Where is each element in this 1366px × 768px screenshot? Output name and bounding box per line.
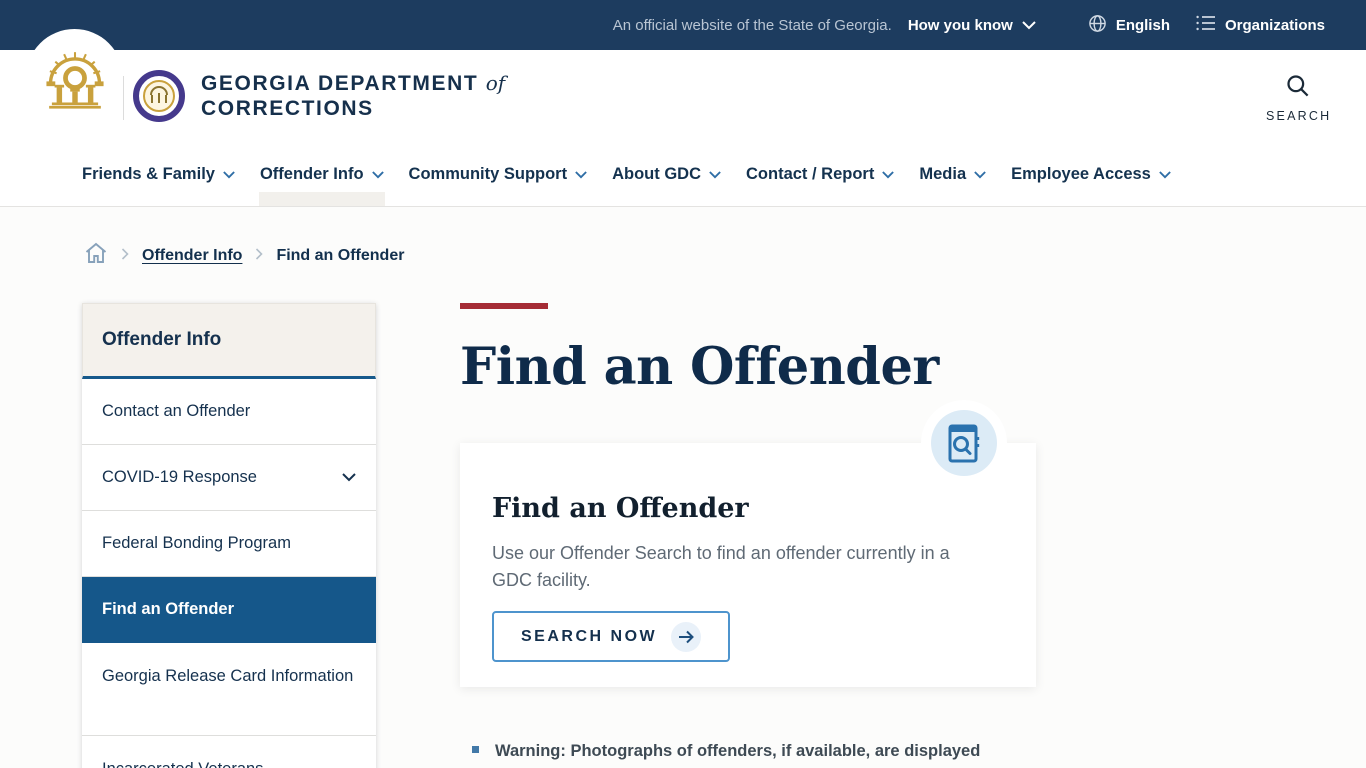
warning-list-item: Warning: Photographs of offenders, if av… [460, 739, 1036, 764]
nav-item-label: Media [919, 164, 967, 183]
bullet-icon [472, 746, 479, 753]
nav-item-employee-access[interactable]: Employee Access [1011, 142, 1171, 206]
chevron-down-icon [882, 165, 895, 184]
chevron-down-icon [371, 165, 384, 184]
globe-icon [1088, 14, 1107, 37]
main-content: Find an Offender Find an Offender Use ou… [460, 303, 1036, 764]
agency-name-line1: GEORGIA DEPARTMENT [201, 72, 479, 95]
card-title: Find an Offender [492, 493, 749, 524]
nav-item-offender-info[interactable]: Offender Info [258, 142, 385, 206]
organizations-button[interactable]: Organizations [1196, 15, 1325, 35]
agency-name: GEORGIA DEPARTMENT of CORRECTIONS [201, 71, 505, 121]
sidebar-item-georgia-release-card-information[interactable]: Georgia Release Card Information [82, 643, 376, 736]
breadcrumb-offender-info-link[interactable]: Offender Info [142, 247, 242, 265]
page-title: Find an Offender [460, 337, 939, 397]
sidebar-offender-info: Offender Info Contact an Offender COVID-… [82, 303, 376, 768]
nav-item-label: Contact / Report [746, 164, 875, 183]
nav-item-friends-family[interactable]: Friends & Family [82, 142, 235, 206]
arrow-right-icon [671, 621, 702, 652]
nav-item-label: About GDC [612, 164, 702, 183]
sidebar-item-covid-19-response[interactable]: COVID-19 Response [82, 445, 376, 511]
sidebar-item-label: Incarcerated Veterans [102, 760, 263, 768]
chevron-down-icon [223, 165, 235, 184]
official-site-topbar: An official website of the State of Geor… [0, 0, 1366, 50]
warning-text: Warning: Photographs of offenders, if av… [495, 742, 981, 760]
breadcrumb-current-page: Find an Offender [276, 246, 405, 264]
site-header: GEORGIA DEPARTMENT of CORRECTIONS SEARCH [0, 29, 1366, 142]
chevron-down-icon [709, 165, 721, 184]
sidebar-item-label: Georgia Release Card Information [102, 667, 354, 685]
nav-item-community-support[interactable]: Community Support [409, 142, 588, 206]
sidebar-item-federal-bonding-program[interactable]: Federal Bonding Program [82, 511, 376, 577]
list-icon [1196, 15, 1216, 35]
nav-item-contact-report[interactable]: Contact / Report [746, 142, 895, 206]
nav-item-label: Community Support [408, 164, 568, 183]
nav-item-label: Employee Access [1011, 164, 1151, 183]
chevron-down-icon [575, 165, 587, 184]
chevron-right-icon [255, 247, 264, 265]
nav-item-label: Offender Info [259, 164, 364, 183]
home-icon [84, 242, 108, 269]
chevron-right-icon [121, 247, 129, 265]
sidebar-item-label: Find an Offender [102, 600, 234, 618]
breadcrumb-home-link[interactable] [84, 242, 108, 269]
logo-divider [123, 76, 124, 120]
title-accent-bar [460, 303, 548, 309]
agency-name-line2: CORRECTIONS [201, 97, 374, 120]
breadcrumb: Offender Info Find an Offender [84, 242, 404, 269]
nav-item-label: Friends & Family [82, 164, 215, 183]
official-website-text: An official website of the State of Geor… [612, 16, 892, 34]
language-label: English [1115, 16, 1170, 34]
sidebar-item-find-an-offender[interactable]: Find an Offender [82, 577, 376, 643]
chevron-down-icon [1159, 165, 1171, 184]
card-description: Use our Offender Search to find an offen… [492, 543, 950, 590]
organizations-label: Organizations [1224, 16, 1325, 34]
search-now-button[interactable]: SEARCH NOW [492, 611, 731, 662]
chevron-down-icon [1022, 17, 1036, 34]
main-nav: Friends & Family Offender Info Community… [0, 142, 1366, 207]
nav-item-media[interactable]: Media [919, 142, 986, 206]
sidebar-item-label: Contact an Offender [102, 402, 251, 420]
sidebar-item-label: COVID-19 Response [102, 468, 257, 486]
gdc-seal [133, 70, 185, 127]
search-icon [1284, 75, 1311, 103]
find-offender-card: Find an Offender Use our Offender Search… [460, 410, 1036, 687]
sidebar-item-label: Federal Bonding Program [102, 534, 291, 552]
sidebar-title: Offender Info [82, 303, 376, 379]
sidebar-item-incarcerated-veterans[interactable]: Incarcerated Veterans [82, 736, 376, 768]
nav-item-about-gdc[interactable]: About GDC [612, 142, 721, 206]
page: An official website of the State of Geor… [0, 0, 1366, 768]
how-you-know-label: How you know [907, 16, 1013, 34]
chevron-down-icon [974, 165, 986, 184]
search-label: SEARCH [1266, 109, 1332, 123]
chevron-down-icon[interactable] [342, 468, 356, 487]
search-now-label: SEARCH NOW [521, 627, 658, 645]
document-search-icon [931, 410, 997, 476]
georgia-arch-logo-graphic [45, 51, 104, 109]
georgia-arch-logo[interactable] [26, 29, 123, 126]
header-search-button[interactable]: SEARCH [1266, 72, 1332, 123]
how-you-know-button[interactable]: How you know [908, 17, 1036, 34]
sidebar-item-contact-an-offender[interactable]: Contact an Offender [82, 379, 376, 445]
language-button[interactable]: English [1088, 14, 1170, 37]
agency-name-connector: of [485, 71, 506, 95]
